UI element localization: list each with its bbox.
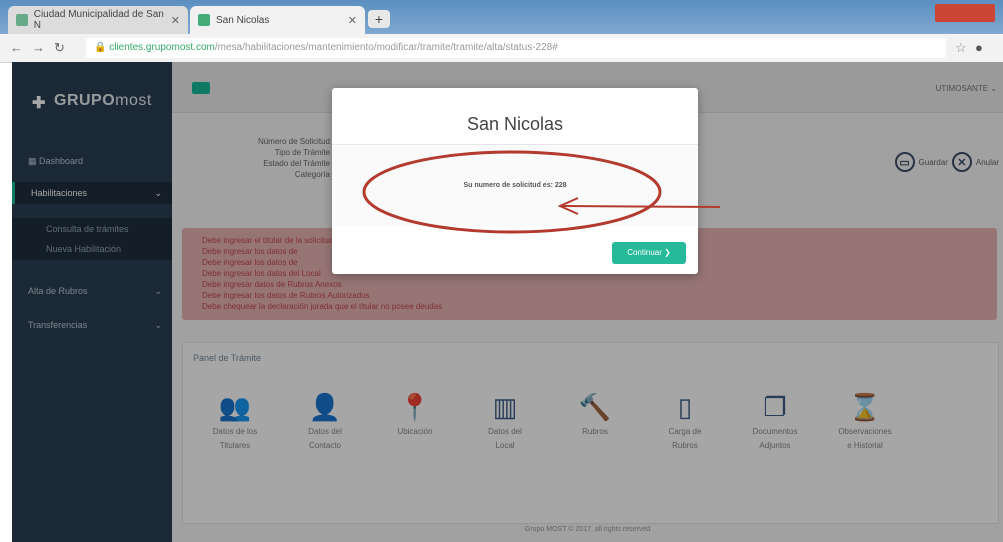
reload-icon[interactable]: ↻ bbox=[54, 40, 65, 56]
bookmark-star-icon[interactable]: ☆ bbox=[955, 40, 967, 56]
new-tab-button[interactable]: + bbox=[368, 10, 390, 28]
url-field[interactable]: 🔒 clientes.grupomost.com/mesa/habilitaci… bbox=[86, 38, 946, 58]
url-path: /mesa/habilitaciones/mantenimiento/modif… bbox=[214, 42, 558, 53]
modal-dialog: San Nicolas Su numero de solicitud es: 2… bbox=[332, 88, 698, 274]
modal-message: Su numero de solicitud es: 228 bbox=[463, 182, 567, 189]
window-close-button[interactable] bbox=[935, 4, 995, 22]
continue-button[interactable]: Continuar ❯ bbox=[612, 242, 686, 264]
modal-title: San Nicolas bbox=[466, 114, 564, 134]
browser-tab-bar: Ciudad Municipalidad de San N ✕ San Nico… bbox=[0, 0, 1003, 34]
tab-title: San Nicolas bbox=[216, 14, 270, 26]
favicon-icon bbox=[198, 14, 210, 26]
back-icon[interactable]: ← bbox=[10, 40, 23, 55]
browser-tab-2[interactable]: San Nicolas ✕ bbox=[190, 6, 365, 34]
account-icon[interactable]: ● bbox=[975, 40, 983, 55]
url-host: clientes.grupomost.com bbox=[109, 42, 215, 53]
close-tab-icon[interactable]: ✕ bbox=[171, 14, 180, 27]
close-tab-icon[interactable]: ✕ bbox=[348, 14, 357, 27]
forward-icon[interactable]: → bbox=[32, 40, 45, 55]
address-bar-row: ← → ↻ 🔒 clientes.grupomost.com/mesa/habi… bbox=[0, 34, 1003, 63]
modal-divider bbox=[332, 144, 698, 145]
browser-tab-1[interactable]: Ciudad Municipalidad de San N ✕ bbox=[8, 6, 188, 34]
favicon-icon bbox=[16, 14, 28, 26]
lock-icon: 🔒 bbox=[94, 42, 107, 53]
tab-title: Ciudad Municipalidad de San N bbox=[33, 9, 164, 31]
